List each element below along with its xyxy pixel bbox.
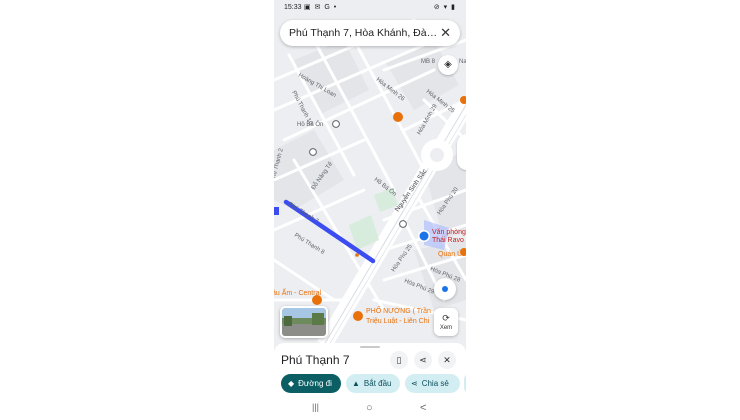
system-status-icons: ⊘ ▾ ▮ bbox=[433, 4, 456, 11]
street-view-button[interactable]: ⟳ Xem bbox=[434, 308, 458, 336]
street-view-icon: ⟳ bbox=[442, 313, 450, 323]
street-label: Na bbox=[459, 59, 466, 65]
search-bar[interactable]: Phú Thạnh 7, Hòa Khánh, Đà… ✕ bbox=[280, 20, 460, 46]
sheet-drag-handle[interactable] bbox=[360, 346, 380, 348]
directions-button[interactable]: ◆ Đường đi bbox=[281, 374, 341, 393]
my-location-icon bbox=[442, 286, 448, 292]
place-sheet: Phú Thạnh 7 ▯ ⋖ ✕ ◆ Đường đi ▲ Bắt đầu ⋖ Ch… bbox=[274, 343, 466, 420]
start-button[interactable]: ▲ Bắt đầu bbox=[346, 374, 400, 393]
phone-screen: Hoàng Thị Loan Phú Thạnh 10 Hồ Bá Ôn Hòa… bbox=[274, 0, 466, 420]
street-label: Hồ Bá Ôn bbox=[297, 121, 323, 128]
share-icon[interactable]: ⋖ bbox=[414, 351, 432, 369]
street-view-label: Xem bbox=[439, 325, 453, 331]
recents-button[interactable]: ||| bbox=[312, 402, 319, 412]
side-panel-handle[interactable] bbox=[457, 134, 466, 170]
close-icon[interactable]: ✕ bbox=[440, 25, 451, 41]
street-label: MB 8 bbox=[421, 59, 436, 65]
street-view-thumbnail[interactable] bbox=[280, 306, 328, 338]
more-actions-chip[interactable] bbox=[464, 374, 466, 393]
place-label-pho-nuong: Triệu Luật - Liên Chi bbox=[366, 318, 430, 325]
share-label: Chia sẻ bbox=[421, 379, 449, 388]
layers-icon[interactable]: ◈ bbox=[438, 55, 458, 75]
share-button[interactable]: ⋖ Chia sẻ bbox=[405, 374, 460, 393]
current-location-dot bbox=[419, 231, 429, 241]
place-title: Phú Thạnh 7 bbox=[281, 353, 350, 367]
search-query[interactable]: Phú Thạnh 7, Hòa Khánh, Đà… bbox=[289, 27, 439, 39]
my-location-button[interactable] bbox=[434, 278, 456, 300]
save-icon[interactable]: ▯ bbox=[390, 351, 408, 369]
home-button[interactable]: ○ bbox=[366, 402, 373, 414]
place-label-office: Văn phòng bbox=[432, 229, 466, 236]
share-icon: ⋖ bbox=[411, 379, 418, 388]
notification-icons: ▣ ✉ G • bbox=[304, 4, 338, 11]
status-bar: 15:33 ▣ ✉ G • ⊘ ▾ ▮ bbox=[274, 0, 466, 18]
back-button[interactable]: < bbox=[420, 402, 426, 414]
directions-label: Đường đi bbox=[298, 379, 332, 388]
directions-icon: ◆ bbox=[288, 379, 295, 388]
system-nav-bar: ||| ○ < bbox=[274, 399, 466, 420]
start-label: Bắt đầu bbox=[363, 379, 392, 388]
navigation-arrow-icon: ▲ bbox=[352, 379, 360, 388]
place-label-office: Thái Ravo bbox=[432, 237, 464, 244]
place-label-quan-ut: Quán Út bbox=[438, 249, 464, 258]
close-sheet-icon[interactable]: ✕ bbox=[438, 351, 456, 369]
status-time: 15:33 bbox=[284, 4, 302, 11]
